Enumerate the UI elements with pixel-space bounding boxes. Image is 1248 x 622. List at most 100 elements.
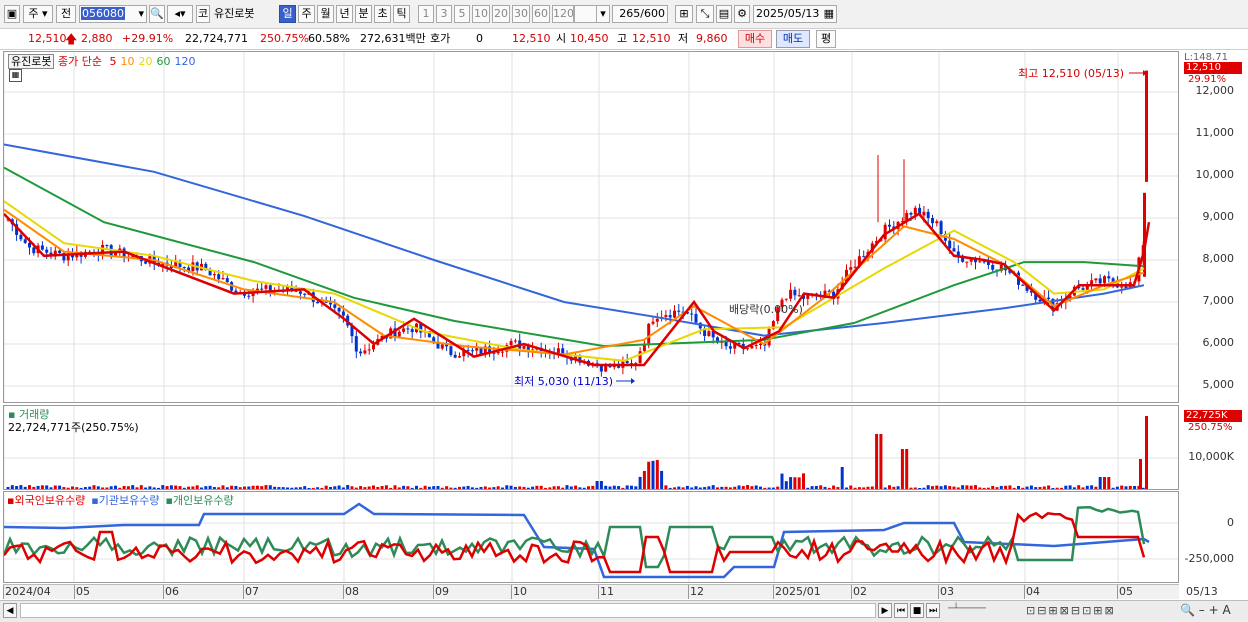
save-icon[interactable]: ▤: [716, 5, 732, 23]
volume-bar: [40, 485, 44, 489]
chevron-down-icon[interactable]: ▾: [138, 6, 146, 22]
volume-bar: [905, 449, 909, 489]
stock-label[interactable]: 유진로봇: [8, 54, 55, 69]
volume-bar: [1098, 477, 1102, 489]
volume-bar: [1090, 485, 1094, 489]
minute-button[interactable]: 60: [532, 5, 550, 23]
scroll-left-icon[interactable]: ◀: [3, 603, 17, 618]
turnover-percent: 60.58%: [308, 32, 350, 45]
candle-icon[interactable]: ⊞: [675, 5, 693, 23]
volume-bar: [1111, 487, 1115, 489]
minute-button[interactable]: 30: [512, 5, 530, 23]
volume-bar: [264, 485, 268, 489]
zoom-slider[interactable]: ─┴─────: [948, 604, 1018, 616]
calendar-icon[interactable]: ▦: [824, 6, 836, 22]
volume-bar: [440, 487, 444, 489]
grid-icon[interactable]: ▦: [9, 69, 22, 82]
volume-bar: [96, 486, 100, 489]
volume-bar: [1047, 485, 1051, 489]
volume-value: 22,724,771주(250.75%): [8, 421, 139, 434]
x-axis-label: 11: [600, 585, 614, 598]
volume-pane[interactable]: ▪ 거래량 22,724,771주(250.75%): [3, 405, 1179, 490]
prev-button[interactable]: 전: [56, 5, 76, 23]
minute-button[interactable]: 1: [418, 5, 434, 23]
volume-bar: [746, 485, 750, 489]
candle-body: [655, 318, 659, 322]
candle-body: [212, 274, 216, 276]
volume-bar: [969, 485, 973, 489]
volume-bar: [505, 485, 509, 489]
volume-bar: [101, 487, 105, 489]
line-tool-icon[interactable]: ⤡: [696, 5, 714, 23]
sell-button[interactable]: 매도: [776, 30, 810, 48]
chart-scrollbar[interactable]: ◀ ▶ ⏮ ■ ⏭ ─┴───── ⊡⊟⊞⊠⊟⊡⊞⊠ 🔍 – + A: [0, 600, 1248, 622]
volume-bar: [918, 487, 922, 489]
holdings-pane[interactable]: ▪외국인보유수량 ▪기관보유수량 ▪개인보유수량: [3, 491, 1179, 583]
scroll-track[interactable]: [20, 603, 876, 618]
volume-bar: [870, 486, 874, 489]
price-pane[interactable]: 유진로봇 종가 단순 5 10 20 60 120 ▦ 최고 12,510 (05/13…: [3, 51, 1179, 403]
minute-button[interactable]: 10: [472, 5, 490, 23]
candle-body: [1094, 278, 1098, 281]
period-button[interactable]: 월: [317, 5, 334, 23]
eval-button[interactable]: 평: [816, 30, 836, 48]
volume-bar: [642, 470, 646, 489]
period-button[interactable]: 년: [336, 5, 353, 23]
volume-chart[interactable]: [4, 406, 1178, 489]
candle-body: [797, 295, 801, 297]
count-input[interactable]: 265/600: [612, 5, 668, 23]
volume-bar: [66, 487, 70, 489]
volume-bar: [376, 487, 380, 489]
period-button[interactable]: 분: [355, 5, 372, 23]
volume-bar: [974, 485, 977, 489]
volume-bar: [556, 486, 560, 489]
candle-body: [754, 345, 758, 347]
volume-bar: [655, 460, 659, 489]
volume-bar: [303, 486, 307, 489]
gear-icon[interactable]: ⚙: [734, 5, 750, 23]
search-icon[interactable]: 🔍: [149, 5, 165, 23]
view-icons[interactable]: ⊡⊟⊞⊠⊟⊡⊞⊠: [1026, 604, 1176, 617]
speaker-icon[interactable]: ◂▾: [167, 5, 193, 23]
volume-bar: [350, 486, 354, 489]
volume-bar: [565, 485, 569, 489]
chevron-down-icon[interactable]: ▾: [596, 5, 610, 23]
code-input[interactable]: 056080 ▾: [79, 5, 147, 23]
volume-bar: [883, 487, 887, 489]
volume-bar: [806, 487, 810, 489]
volume-bar: [1064, 485, 1068, 489]
volume-bar: [32, 486, 36, 489]
volume-bar: [109, 486, 113, 489]
volume-bar: [999, 485, 1003, 489]
stop-icon[interactable]: ■: [910, 603, 924, 618]
candle-body: [40, 245, 44, 250]
last-icon[interactable]: ⏭: [926, 603, 940, 618]
first-icon[interactable]: ⏮: [894, 603, 908, 618]
minute-button[interactable]: 3: [436, 5, 452, 23]
minute-button[interactable]: 120: [552, 5, 574, 23]
volume-bar: [427, 486, 431, 489]
volume-bar: [720, 486, 724, 489]
period-button[interactable]: 주: [298, 5, 315, 23]
candle-body: [509, 340, 513, 346]
candle-body: [952, 248, 956, 252]
candle-body: [440, 344, 444, 349]
layout-icon[interactable]: ▣: [4, 5, 20, 23]
stock-name[interactable]: 유진로봇: [214, 5, 276, 23]
volume-bar: [965, 485, 969, 489]
buy-button[interactable]: 매수: [738, 30, 772, 48]
price-chart[interactable]: [4, 52, 1178, 402]
minute-button[interactable]: 5: [454, 5, 470, 23]
scroll-right-icon[interactable]: ▶: [878, 603, 892, 618]
x-axis: 2024/04 05 06 07 08 09 10 11 12 2025/01 02 03 04 05: [3, 584, 1179, 599]
volume-bar: [204, 486, 208, 489]
period-button[interactable]: 일: [279, 5, 296, 23]
holdings-ytick-1: -250,000: [1184, 552, 1234, 565]
period-type-select[interactable]: 주 ▾: [23, 5, 53, 23]
period-button[interactable]: 초: [374, 5, 391, 23]
date-input[interactable]: 2025/05/13 ▦: [753, 5, 837, 23]
zoom-controls[interactable]: 🔍 – + A: [1180, 603, 1231, 617]
period-button[interactable]: 틱: [393, 5, 410, 23]
volume-bar: [759, 486, 762, 489]
minute-button[interactable]: 20: [492, 5, 510, 23]
